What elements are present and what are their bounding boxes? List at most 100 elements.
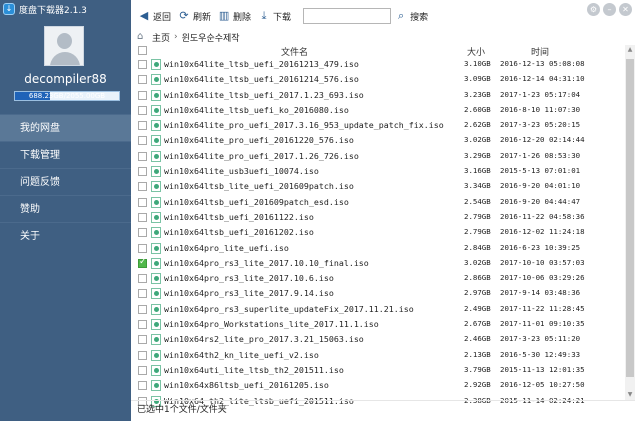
file-time: 2017-9-14 03:48:36: [500, 288, 581, 298]
row-checkbox[interactable]: [138, 90, 147, 100]
file-name[interactable]: win10x64lite_ltsb_uefi_ko_2016080.iso: [164, 105, 349, 115]
scroll-up-icon[interactable]: ▲: [625, 45, 635, 55]
sidebar-item-sponsor[interactable]: 赞助: [0, 195, 131, 222]
row-checkbox[interactable]: [138, 105, 147, 115]
row-checkbox[interactable]: [138, 304, 147, 314]
row-checkbox[interactable]: [138, 182, 147, 192]
search-input[interactable]: [303, 8, 392, 24]
file-row[interactable]: win10x64lite_pro_uefi_20161220_576.iso 3.…: [131, 133, 635, 148]
row-checkbox[interactable]: [138, 350, 147, 360]
close-button[interactable]: ✕: [619, 3, 632, 16]
row-checkbox[interactable]: [138, 365, 147, 375]
iso-file-icon: [151, 288, 161, 300]
scroll-down-icon[interactable]: ▼: [625, 390, 635, 400]
file-row[interactable]: win10x64pro_rs3_lite_2017.9.14.iso 2.97GB…: [131, 286, 635, 301]
file-row[interactable]: win10x64pro_Workstations_lite_2017.11.1.…: [131, 317, 635, 332]
file-name[interactable]: win10x64ltsb_uefi_20161202.iso: [164, 227, 314, 237]
delete-button[interactable]: ▥ 删除: [217, 9, 251, 23]
file-name[interactable]: win10x64lite_pro_uefi_2017.1.26_726.iso: [164, 151, 359, 161]
file-name[interactable]: win10x64pro_lite_uefi.iso: [164, 243, 289, 253]
file-row[interactable]: win10x64ltsb_lite_uefi_201609patch.iso 3.…: [131, 179, 635, 194]
row-checkbox[interactable]: [138, 243, 147, 253]
file-name[interactable]: win10x64uti_lite_ltsb_th2_201511.iso: [164, 365, 344, 375]
file-name[interactable]: win10x64lite_pro_uefi_2017.3.16_953_upda…: [164, 120, 444, 130]
file-name[interactable]: win10x64lite_ltsb_uefi_2017.1.23_693.iso: [164, 90, 364, 100]
row-checkbox[interactable]: [138, 289, 147, 299]
file-name[interactable]: win10x64pro_Workstations_lite_2017.11.1.…: [164, 319, 379, 329]
file-row[interactable]: win10x64pro_rs3_superlite_updateFix_2017…: [131, 302, 635, 317]
download-button[interactable]: ⤓ 下载: [257, 9, 291, 23]
file-name[interactable]: win10x64rs2_lite_pro_2017.3.21_15063.iso: [164, 334, 364, 344]
file-row[interactable]: win10x64ltsb_uefi_201609patch_esd.iso 2.5…: [131, 195, 635, 210]
row-checkbox[interactable]: [138, 167, 147, 177]
file-row[interactable]: win10x64lite_pro_uefi_2017.3.16_953_upda…: [131, 118, 635, 133]
file-name[interactable]: win10x64lite_pro_uefi_20161220_576.iso: [164, 135, 354, 145]
title-bar: ↓ 度盘下载器2.1.3: [0, 0, 131, 18]
file-row[interactable]: win10x64ltsb_uefi_20161122.iso 2.79GB 2016…: [131, 210, 635, 225]
refresh-button[interactable]: ⟳ 刷新: [177, 9, 211, 23]
row-checkbox[interactable]: [138, 197, 147, 207]
file-time: 2017-10-06 03:29:26: [500, 273, 585, 283]
sidebar-item-downloads[interactable]: 下载管理: [0, 141, 131, 168]
file-name[interactable]: win10x64lite_ltsb_uefi_20161214_576.iso: [164, 74, 359, 84]
select-all-checkbox[interactable]: [138, 46, 147, 55]
search-button[interactable]: ⌕ 搜索: [394, 9, 428, 23]
file-name[interactable]: win10x64pro_rs3_superlite_updateFix_2017…: [164, 304, 414, 314]
row-checkbox[interactable]: [138, 212, 147, 222]
iso-file-icon: [151, 135, 161, 147]
refresh-icon: ⟳: [179, 9, 189, 22]
row-checkbox[interactable]: [138, 121, 147, 131]
breadcrumb-home[interactable]: 主页: [152, 31, 170, 44]
file-name[interactable]: win10x64lite_usb3uefi_10074.iso: [164, 166, 319, 176]
sidebar-item-feedback[interactable]: 问题反馈: [0, 168, 131, 195]
file-size: 3.02GB: [464, 135, 491, 145]
file-row[interactable]: win10x64lite_ltsb_uefi_20161213_479.iso 3…: [131, 57, 635, 72]
file-time: 2016-12-13 05:08:08: [500, 59, 585, 68]
row-checkbox[interactable]: [138, 136, 147, 146]
file-name[interactable]: win10x64pro_rs3_lite_2017.10.6.iso: [164, 273, 334, 283]
scrollbar-thumb[interactable]: [626, 59, 634, 377]
row-checkbox[interactable]: [138, 335, 147, 345]
scrollbar[interactable]: ▲ ▼: [625, 45, 635, 400]
skin-settings-icon[interactable]: ⚙: [587, 3, 600, 16]
file-name[interactable]: win10x64x86ltsb_uefi_20161205.iso: [164, 380, 329, 390]
file-name[interactable]: win10x64ltsb_uefi_201609patch_esd.iso: [164, 197, 349, 207]
sidebar-item-my-disk[interactable]: 我的网盘: [0, 114, 131, 141]
file-row[interactable]: win10x64ltsb_uefi_20161202.iso 2.79GB 2016…: [131, 225, 635, 240]
row-checkbox[interactable]: [138, 228, 147, 238]
breadcrumb-folder[interactable]: 윈도우순수제작: [182, 31, 240, 44]
file-name[interactable]: win10x64pro_rs3_lite_2017.10.10_final.is…: [164, 258, 369, 268]
iso-file-icon: [151, 120, 161, 132]
file-row[interactable]: win10x64lite_ltsb_uefi_ko_2016080.iso 2.6…: [131, 103, 635, 118]
file-name[interactable]: win10x64th2_kn_lite_uefi_v2.iso: [164, 350, 319, 360]
quota-bar: 688.23GB/2055.00GB: [14, 91, 120, 101]
row-checkbox[interactable]: [138, 60, 147, 69]
minimize-button[interactable]: –: [603, 3, 616, 16]
row-checkbox[interactable]: [138, 151, 147, 161]
file-row[interactable]: win10x64pro_rs3_lite_2017.10.10_final.is…: [131, 256, 635, 271]
file-time: 2017-1-26 08:53:30: [500, 150, 581, 160]
back-button[interactable]: ◀ 返回: [137, 9, 171, 23]
avatar-body-shape: [50, 52, 80, 65]
sidebar-item-about[interactable]: 关于: [0, 222, 131, 249]
row-checkbox[interactable]: [138, 320, 147, 330]
file-row[interactable]: win10x64lite_usb3uefi_10074.iso 3.16GB 201…: [131, 164, 635, 179]
file-row[interactable]: win10x64lite_ltsb_uefi_20161214_576.iso 3…: [131, 72, 635, 87]
file-row[interactable]: win10x64th2_kn_lite_uefi_v2.iso 2.13GB 201…: [131, 348, 635, 363]
file-name[interactable]: win10x64pro_rs3_lite_2017.9.14.iso: [164, 288, 334, 298]
file-row[interactable]: win10x64uti_lite_ltsb_th2_201511.iso 3.79…: [131, 363, 635, 378]
row-checkbox[interactable]: [138, 274, 147, 284]
file-row[interactable]: win10x64x86ltsb_uefi_20161205.iso 2.92GB 2…: [131, 378, 635, 393]
avatar[interactable]: [44, 26, 84, 66]
row-checkbox[interactable]: [138, 257, 147, 268]
file-row[interactable]: win10x64lite_pro_uefi_2017.1.26_726.iso 3…: [131, 149, 635, 164]
file-row[interactable]: win10x64rs2_lite_pro_2017.3.21_15063.iso…: [131, 332, 635, 347]
file-row[interactable]: win10x64lite_ltsb_uefi_2017.1.23_693.iso…: [131, 88, 635, 103]
file-row[interactable]: win10x64pro_rs3_lite_2017.10.6.iso 2.86GB…: [131, 271, 635, 286]
row-checkbox[interactable]: [138, 381, 147, 391]
file-name[interactable]: win10x64lite_ltsb_uefi_20161213_479.iso: [164, 59, 359, 69]
file-name[interactable]: win10x64ltsb_uefi_20161122.iso: [164, 212, 314, 222]
file-name[interactable]: win10x64ltsb_lite_uefi_201609patch.iso: [164, 181, 354, 191]
row-checkbox[interactable]: [138, 75, 147, 85]
file-row[interactable]: win10x64pro_lite_uefi.iso 2.84GB 2016-6-23…: [131, 241, 635, 256]
